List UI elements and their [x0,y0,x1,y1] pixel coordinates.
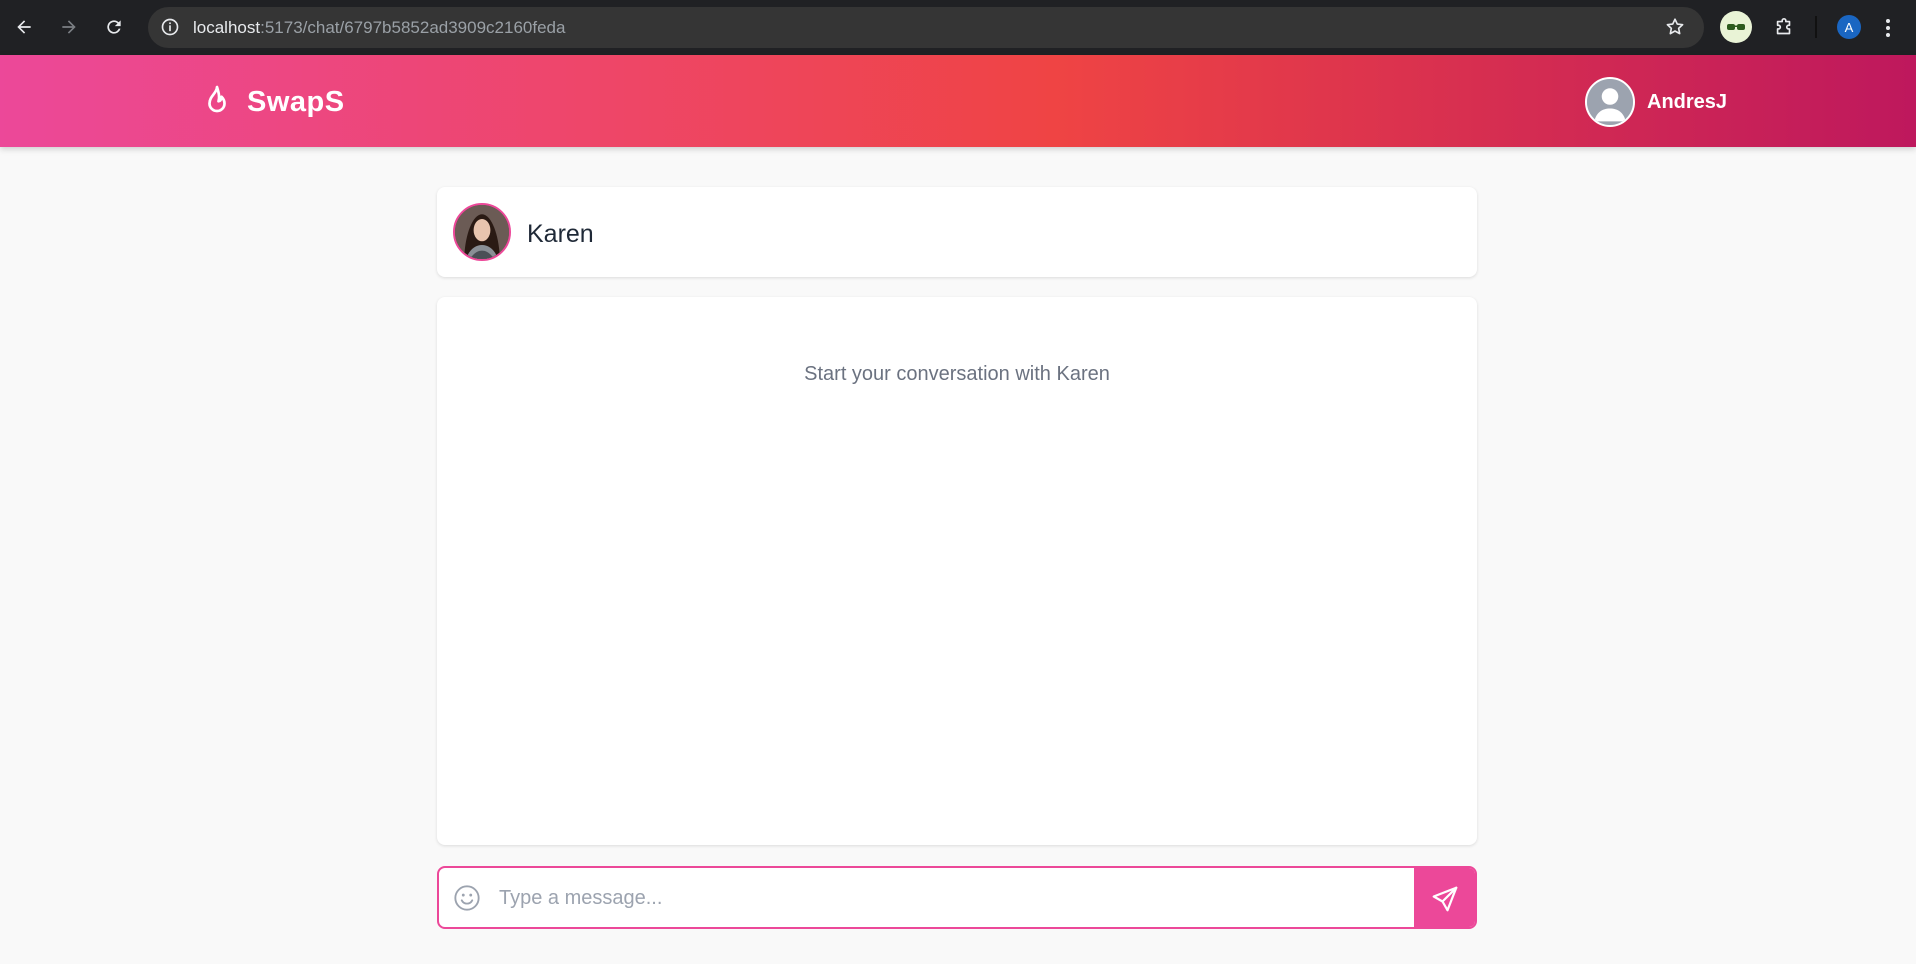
url-text[interactable]: localhost:5173/chat/6797b5852ad3909c2160… [193,18,565,38]
browser-profile-avatar[interactable]: A [1837,15,1861,39]
app-header: SwapS AndresJ [0,55,1916,147]
address-bar[interactable]: localhost:5173/chat/6797b5852ad3909c2160… [148,7,1704,48]
messages-panel: Start your conversation with Karen [437,297,1477,845]
default-user-icon [1587,79,1633,125]
contact-photo [455,205,509,259]
extensions-puzzle-icon[interactable] [1768,12,1800,44]
browser-toolbar: localhost:5173/chat/6797b5852ad3909c2160… [0,0,1916,55]
user-menu[interactable]: AndresJ [1585,77,1727,127]
contact-name: Karen [527,220,594,248]
message-input[interactable] [499,878,1399,918]
flame-icon [208,85,226,113]
send-button[interactable] [1414,868,1475,927]
forward-icon[interactable] [57,15,81,39]
empty-conversation-text: Start your conversation with Karen [804,363,1110,385]
site-info-icon[interactable] [160,17,180,37]
user-name: AndresJ [1647,90,1728,113]
contact-avatar[interactable] [453,203,511,261]
chat-header: Karen [437,187,1477,277]
url-host: localhost [193,18,261,37]
brand-name: SwapS [247,85,345,118]
back-icon[interactable] [12,15,36,39]
send-icon [1432,886,1457,911]
emoji-icon[interactable] [453,884,481,912]
glasses-extension-icon[interactable] [1720,11,1752,43]
reload-icon[interactable] [102,15,126,39]
user-avatar[interactable] [1585,77,1635,127]
message-composer [437,866,1477,929]
browser-menu-icon[interactable] [1882,16,1894,40]
bookmark-star-icon[interactable] [1664,16,1686,38]
url-path: :5173/chat/6797b5852ad3909c2160feda [260,18,566,37]
brand-logo[interactable]: SwapS [199,83,345,121]
toolbar-divider [1815,16,1817,38]
